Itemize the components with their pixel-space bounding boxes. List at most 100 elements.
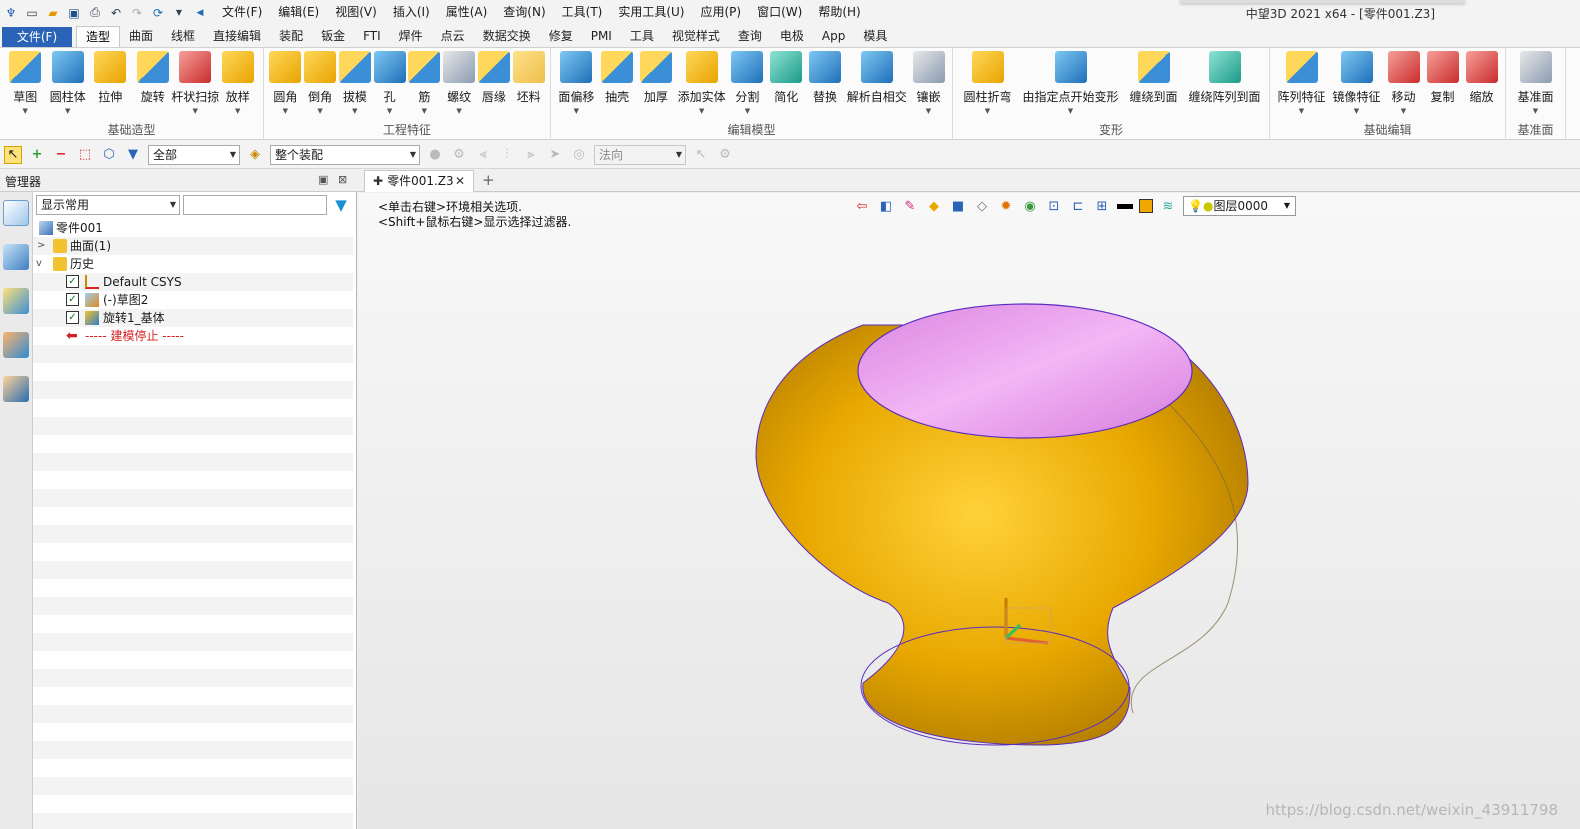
pointer-icon[interactable]: ➤ <box>546 146 564 164</box>
tab-fti[interactable]: FTI <box>354 26 390 47</box>
collapse-chevron-icon[interactable]: v <box>36 255 42 273</box>
csys-visibility-checkbox[interactable]: ✓ <box>66 275 79 288</box>
direction-icon[interactable]: ◎ <box>570 146 588 164</box>
tree-search-input[interactable] <box>183 195 327 215</box>
revolved-model[interactable] <box>358 193 1580 829</box>
menu-view[interactable]: 视图(V) <box>327 0 385 25</box>
tab-repair[interactable]: 修复 <box>540 26 582 47</box>
history-manager-icon[interactable] <box>3 200 29 226</box>
draft-button[interactable]: 拔模 ▼ <box>338 51 372 115</box>
lip-button[interactable]: 唇缘 <box>477 51 511 115</box>
add-selection-icon[interactable]: + <box>28 146 46 164</box>
revolve-button[interactable]: 旋转 <box>133 51 173 115</box>
thicken-button[interactable]: 加厚 <box>639 51 673 115</box>
app-logo-icon[interactable]: ♆ <box>3 5 19 21</box>
snap-settings-icon[interactable]: ⚙ <box>450 146 468 164</box>
new-tab-icon[interactable]: + <box>482 171 495 189</box>
print-icon[interactable]: ⎙ <box>87 5 103 21</box>
tab-visual-style[interactable]: 视觉样式 <box>663 26 729 47</box>
document-tab[interactable]: ✚ 零件001.Z3 ✕ <box>364 170 474 192</box>
align-right-icon[interactable]: ⫸ <box>522 146 540 164</box>
save-icon[interactable]: ▣ <box>66 5 82 21</box>
scale-button[interactable]: 缩放 <box>1465 51 1498 115</box>
tab-weldment[interactable]: 焊件 <box>390 26 432 47</box>
add-solid-button[interactable]: 添加实体 ▼ <box>678 51 726 115</box>
tab-wireframe[interactable]: 线框 <box>162 26 204 47</box>
thread-button[interactable]: 螺纹 ▼ <box>442 51 476 115</box>
move-button[interactable]: 移动 ▼ <box>1387 51 1420 115</box>
tab-app[interactable]: App <box>813 26 854 47</box>
tree-node-root[interactable]: 零件001 <box>33 219 353 237</box>
face-offset-button[interactable]: 面偏移 ▼ <box>557 51 595 115</box>
assembly-manager-icon[interactable] <box>3 244 29 270</box>
tree-node-sketch[interactable]: ✓ (-)草图2 <box>33 291 353 309</box>
collapse-left-icon[interactable]: ◀ <box>192 5 208 21</box>
deform-from-point-button[interactable]: 由指定点开始变形 ▼ <box>1023 51 1119 115</box>
cylinder-button[interactable]: 圆柱体 ▼ <box>48 51 88 115</box>
quick-access-dropdown-icon[interactable]: ▼ <box>171 5 187 21</box>
split-button[interactable]: 分割 ▼ <box>730 51 764 115</box>
chamfer-button[interactable]: 倒角 ▼ <box>303 51 337 115</box>
align-center-icon[interactable]: ⫶ <box>498 146 516 164</box>
remove-selection-icon[interactable]: − <box>52 146 70 164</box>
new-file-icon[interactable]: ▭ <box>24 5 40 21</box>
tree-node-stop-modeling[interactable]: ⬅ ----- 建模停止 ----- <box>33 327 353 345</box>
close-panel-icon[interactable]: ⊠ <box>338 173 347 186</box>
revolve-visibility-checkbox[interactable]: ✓ <box>66 311 79 324</box>
menu-edit[interactable]: 编辑(E) <box>270 0 327 25</box>
mirror-feature-button[interactable]: 镜像特征 ▼ <box>1333 51 1381 115</box>
resolve-self-intersect-button[interactable]: 解析自相交 <box>847 51 907 115</box>
tab-modeling[interactable]: 造型 <box>76 26 121 47</box>
tab-point-cloud[interactable]: 点云 <box>432 26 474 47</box>
assembly-scope-icon[interactable]: ◈ <box>246 146 264 164</box>
menu-attribute[interactable]: 属性(A) <box>438 0 496 25</box>
wrap-to-face-button[interactable]: 缠绕到面 <box>1128 51 1180 115</box>
datum-plane-button[interactable]: 基准面 ▼ <box>1512 51 1560 115</box>
emboss-button[interactable]: 镶嵌 ▼ <box>912 51 946 115</box>
tab-assembly[interactable]: 装配 <box>270 26 312 47</box>
user-manager-icon[interactable] <box>3 376 29 402</box>
cursor-pick-icon[interactable]: ↖ <box>692 146 710 164</box>
menu-utilities[interactable]: 实用工具(U) <box>610 0 692 25</box>
extrude-button[interactable]: 拉伸 <box>90 51 130 115</box>
menu-file[interactable]: 文件(F) <box>214 0 270 25</box>
cylinder-bend-button[interactable]: 圆柱折弯 ▼ <box>962 51 1014 115</box>
part-manager-icon[interactable] <box>3 288 29 314</box>
pick-point-icon[interactable]: ● <box>426 146 444 164</box>
open-folder-icon[interactable]: ▰ <box>45 5 61 21</box>
fillet-button[interactable]: 圆角 ▼ <box>268 51 302 115</box>
regen-icon[interactable]: ⟳ <box>150 5 166 21</box>
tab-direct-edit[interactable]: 直接编辑 <box>204 26 270 47</box>
tree-node-history[interactable]: v 历史 <box>33 255 353 273</box>
wrap-pattern-to-face-button[interactable]: 缠绕阵列到面 <box>1189 51 1261 115</box>
copy-button[interactable]: 复制 <box>1426 51 1459 115</box>
tree-node-csys[interactable]: ✓ Default CSYS <box>33 273 353 291</box>
tab-pmi[interactable]: PMI <box>582 26 621 47</box>
filter-icon[interactable]: ▼ <box>124 146 142 164</box>
tab-sheetmetal[interactable]: 钣金 <box>312 26 354 47</box>
display-mode-combo[interactable]: 显示常用 ▼ <box>36 195 180 215</box>
hole-button[interactable]: 孔 ▼ <box>373 51 407 115</box>
menu-help[interactable]: 帮助(H) <box>810 0 868 25</box>
select-mode-icon[interactable]: ↖ <box>4 145 22 164</box>
align-left-icon[interactable]: ⫷ <box>474 146 492 164</box>
undo-icon[interactable]: ↶ <box>108 5 124 21</box>
pick-settings-icon[interactable]: ⚙ <box>716 146 734 164</box>
menu-insert[interactable]: 插入(I) <box>385 0 438 25</box>
tab-data-exchange[interactable]: 数据交换 <box>474 26 540 47</box>
tree-node-revolve[interactable]: ✓ 旋转1_基体 <box>33 309 353 327</box>
tab-surface[interactable]: 曲面 <box>120 26 162 47</box>
menu-window[interactable]: 窗口(W) <box>749 0 810 25</box>
close-tab-icon[interactable]: ✕ <box>455 171 465 192</box>
pin-panel-icon[interactable]: ▣ <box>318 173 328 186</box>
tab-electrode[interactable]: 电极 <box>771 26 813 47</box>
rib-button[interactable]: 筋 ▼ <box>407 51 441 115</box>
filter-combo[interactable]: 全部 ▼ <box>148 144 240 165</box>
pattern-feature-button[interactable]: 阵列特征 ▼ <box>1278 51 1326 115</box>
shell-button[interactable]: 抽壳 <box>600 51 634 115</box>
box-select-icon[interactable]: ⬚ <box>76 146 94 164</box>
replace-button[interactable]: 替换 <box>808 51 842 115</box>
menu-tools[interactable]: 工具(T) <box>554 0 611 25</box>
sketch-visibility-checkbox[interactable]: ✓ <box>66 293 79 306</box>
3d-viewport[interactable]: <单击右键>环境相关选项. <Shift+鼠标右键>显示选择过滤器. ⇦ ◧ ✎… <box>358 193 1580 829</box>
